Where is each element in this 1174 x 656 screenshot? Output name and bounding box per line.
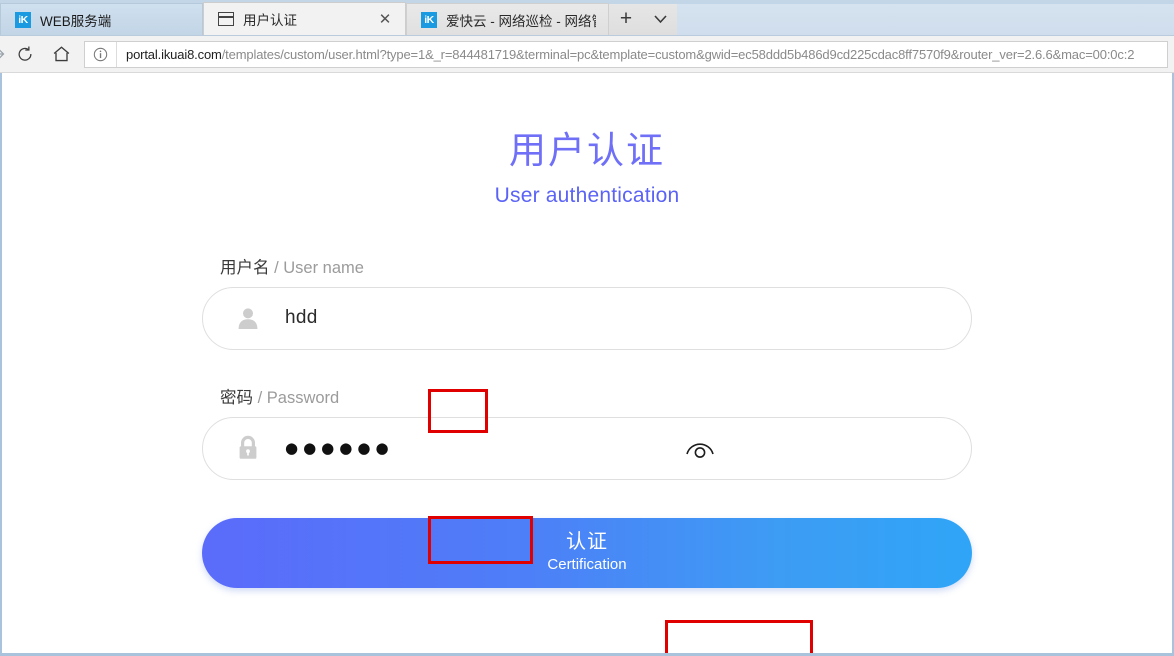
eye-glyph [686,443,714,459]
reload-button[interactable] [6,36,43,73]
password-label: 密码 / Password [220,384,972,408]
tab-title: 用户认证 [243,13,297,28]
url-host: portal.ikuai8.com [126,46,222,62]
close-icon[interactable]: ✕ [377,11,393,27]
page-icon [218,12,234,26]
tab-title: WEB服务端 [40,13,112,29]
password-label-sep: / [253,388,267,407]
reload-icon [18,46,31,61]
lock-icon [233,435,263,461]
info-icon [93,47,108,61]
username-field-block: 用户名 / User name hdd [202,254,972,350]
eye-icon[interactable] [680,428,720,468]
username-input-value: hdd [285,307,318,329]
username-label-sep: / [269,258,284,277]
tab-title: 爱快云 - 网络巡检 - 网络管 [446,13,596,29]
username-input[interactable]: hdd [202,286,972,350]
auth-form-card: 用户认证 User authentication 用户名 / User name… [202,73,972,588]
password-label-cn: 密码 [220,388,253,407]
chevron-down-icon[interactable] [643,3,677,35]
password-label-en: Password [266,388,340,407]
forward-arrow-glyph [0,49,5,59]
browser-tab-ikuai-cloud[interactable]: iK 爱快云 - 网络巡检 - 网络管 [406,3,609,35]
password-input-value: ●●●●●● [285,439,394,458]
user-icon [233,305,263,331]
chevron-down-glyph [653,15,667,24]
ikuai-favicon-icon: iK [15,11,31,28]
page-viewport: 用户认证 User authentication 用户名 / User name… [0,73,1174,656]
username-label-en: User name [283,258,364,277]
certification-button[interactable]: 认证 Certification [202,517,972,588]
ikuai-favicon-icon: iK [421,11,437,28]
certification-button-label-cn: 认证 [566,530,608,553]
browser-toolbar: portal.ikuai8.com/templates/custom/user.… [0,36,1174,73]
submit-button-highlight [665,620,813,653]
user-glyph [238,308,258,330]
page-subtitle: User authentication [494,183,680,207]
browser-tab-user-auth[interactable]: 用户认证 ✕ [203,2,406,35]
browser-tab-web-server[interactable]: iK WEB服务端 [0,3,203,35]
home-button[interactable] [43,36,80,73]
browser-window: iK WEB服务端 用户认证 ✕ iK 爱快云 - 网络巡检 - 网络管 + p… [0,0,1174,656]
password-input[interactable]: ●●●●●● [202,416,972,480]
url-text: portal.ikuai8.com/templates/custom/user.… [117,47,1134,62]
address-bar[interactable]: portal.ikuai8.com/templates/custom/user.… [84,40,1168,68]
page-title: 用户认证 [509,130,665,171]
lock-glyph [239,436,257,459]
username-label-cn: 用户名 [220,258,270,277]
new-tab-button[interactable]: + [609,3,643,35]
url-path: /templates/custom/user.html?type=1&_r=84… [221,46,1135,62]
home-icon [53,46,70,62]
certification-button-label-en: Certification [547,555,627,573]
tab-strip: iK WEB服务端 用户认证 ✕ iK 爱快云 - 网络巡检 - 网络管 + [0,0,1174,36]
password-field-block: 密码 / Password ●●●●●● [202,384,972,480]
username-label: 用户名 / User name [220,254,972,278]
site-info-button[interactable] [85,41,117,67]
